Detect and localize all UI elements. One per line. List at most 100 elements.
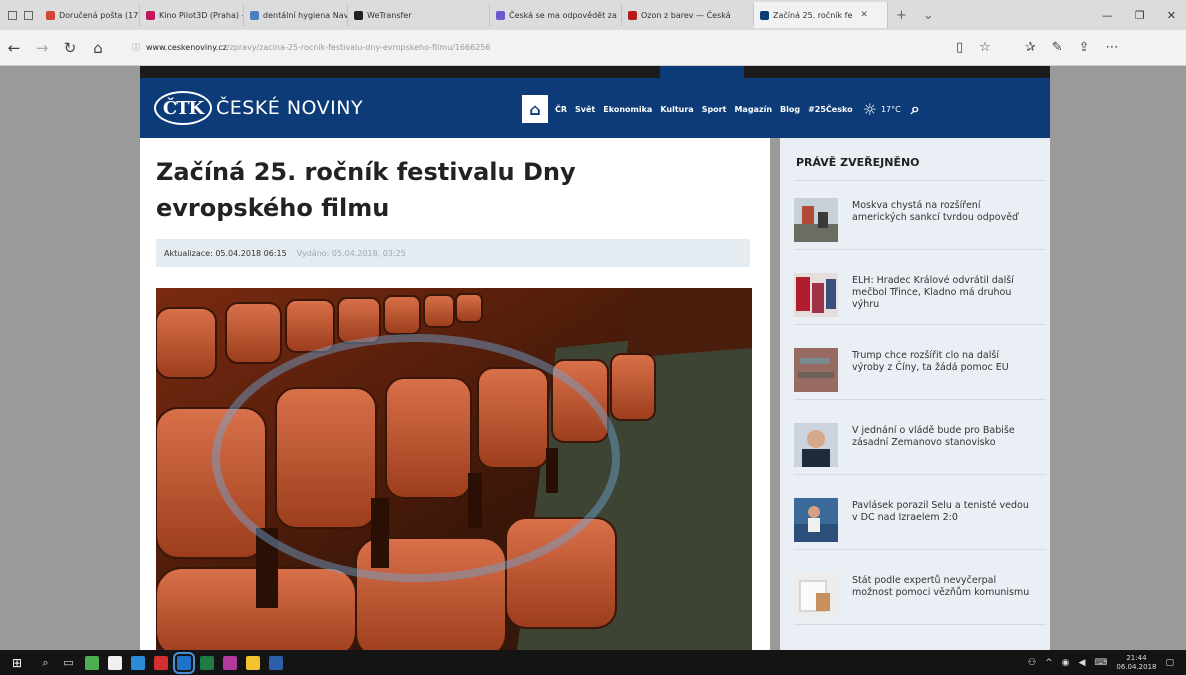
back-button[interactable]: ← bbox=[0, 39, 28, 57]
tab-label: Česká se ma odpovědět za bbox=[509, 10, 617, 20]
article-published: Vydáno: 05.04.2018, 03:25 bbox=[296, 248, 406, 258]
clock-date: 06.04.2018 bbox=[1116, 662, 1157, 671]
home-icon[interactable]: ⌂ bbox=[522, 95, 548, 123]
browser-tab[interactable]: WeTransfer bbox=[348, 4, 490, 26]
browser-tab-bar: Doručená pošta (17) - j Kino Pilot3D (Pr… bbox=[0, 0, 1186, 30]
tab-label: dentální hygiena Navig bbox=[263, 10, 348, 20]
logo-mark: ČTK bbox=[154, 91, 212, 125]
nav-item-kultura[interactable]: Kultura bbox=[656, 105, 697, 114]
language-icon[interactable]: ⌨ bbox=[1094, 658, 1107, 668]
sidebar-news-item[interactable]: ELH: Hradec Králové odvrátil další mečbo… bbox=[794, 263, 1046, 325]
site-logo[interactable]: ČTK ČESKÉ NOVINY bbox=[154, 91, 363, 125]
news-thumbnail bbox=[794, 423, 838, 467]
chevron-up-icon[interactable]: ^ bbox=[1045, 658, 1053, 668]
home-button[interactable]: ⌂ bbox=[84, 39, 112, 57]
nav-item-blog[interactable]: Blog bbox=[776, 105, 804, 114]
browser-tab[interactable]: Doručená pošta (17) - j bbox=[40, 4, 140, 26]
cinema-seats-image bbox=[156, 288, 752, 650]
forward-button[interactable]: → bbox=[28, 39, 56, 57]
windows-start-icon[interactable]: ⊞ bbox=[0, 656, 34, 670]
taskbar-app-icon[interactable] bbox=[126, 653, 149, 673]
news-headline: Pavlásek porazil Selu a tenisté vedou v … bbox=[852, 500, 1029, 523]
news-headline: Moskva chystá na rozšíření amerických sa… bbox=[852, 200, 1019, 223]
volume-icon[interactable]: ◀ bbox=[1078, 658, 1085, 668]
word-icon[interactable] bbox=[264, 653, 287, 673]
nav-item-magazin[interactable]: Magazín bbox=[730, 105, 776, 114]
url-field[interactable]: ⓘ www.ceskenoviny.cz/zpravy/zacina-25-ro… bbox=[126, 36, 936, 60]
tab-favicon-icon bbox=[46, 10, 55, 20]
tab-label: Ozon z barev — Česká bbox=[641, 10, 731, 20]
sidebar-title: PRÁVĚ ZVEŘEJNĚNO bbox=[796, 156, 920, 169]
tab-favicon-icon bbox=[250, 10, 259, 20]
info-icon: ⓘ bbox=[132, 43, 140, 52]
chevron-down-icon[interactable]: ⌄ bbox=[915, 8, 942, 23]
onenote-icon[interactable] bbox=[218, 653, 241, 673]
browser-tab[interactable]: Česká se ma odpovědět za bbox=[490, 4, 622, 26]
address-bar-tools: ▯ ☆ ✰ ✎ ⇪ ⋯ bbox=[956, 40, 1119, 55]
tab-favicon-icon bbox=[760, 10, 769, 20]
minimize-button[interactable]: — bbox=[1102, 9, 1113, 22]
tab-label: WeTransfer bbox=[367, 10, 412, 20]
maximize-button[interactable]: ❐ bbox=[1135, 9, 1145, 22]
site-top-strip bbox=[140, 66, 1050, 78]
search-icon[interactable]: ⌕ bbox=[34, 653, 57, 673]
tab-label: Kino Pilot3D (Praha) - 25 bbox=[159, 10, 243, 20]
system-tray: ⚇ ^ ◉ ◀ ⌨ 21:44 06.04.2018 ▢ bbox=[1028, 654, 1186, 672]
browser-tab-active[interactable]: Začíná 25. ročník fe ✕ bbox=[754, 2, 888, 28]
people-icon[interactable]: ⚇ bbox=[1028, 658, 1036, 668]
weather-widget[interactable]: ☼ 17°C bbox=[857, 100, 907, 119]
nav-item-ekonomika[interactable]: Ekonomika bbox=[599, 105, 656, 114]
taskbar-clock[interactable]: 21:44 06.04.2018 bbox=[1116, 654, 1156, 672]
browser-tab[interactable]: Kino Pilot3D (Praha) - 25 bbox=[140, 4, 244, 26]
notifications-icon[interactable]: ▢ bbox=[1165, 658, 1174, 668]
logo-text: ČESKÉ NOVINY bbox=[216, 97, 364, 119]
article-photo[interactable] bbox=[156, 288, 752, 650]
site-header: ČTK ČESKÉ NOVINY ⌂ ČR Svět Ekonomika Kul… bbox=[140, 78, 1050, 138]
nav-item-cr[interactable]: ČR bbox=[551, 105, 571, 114]
favorite-star-icon[interactable]: ☆ bbox=[979, 40, 991, 55]
more-menu-icon[interactable]: ⋯ bbox=[1106, 40, 1119, 55]
temperature: 17°C bbox=[880, 104, 901, 114]
tab-favicon-icon bbox=[146, 10, 155, 20]
sidebar-news-item[interactable]: Pavlásek porazil Selu a tenisté vedou v … bbox=[794, 488, 1046, 550]
article-updated: Aktualizace: 05.04.2018 06:15 bbox=[164, 248, 287, 258]
sidebar-news-item[interactable]: Moskva chystá na rozšíření amerických sa… bbox=[794, 188, 1046, 250]
browser-tab[interactable]: Ozon z barev — Česká bbox=[622, 4, 754, 26]
browser-address-bar: ← → ↻ ⌂ ⓘ www.ceskenoviny.cz/zpravy/zaci… bbox=[0, 30, 1186, 66]
sidebar-news-item[interactable]: Trump chce rozšířit clo na další výroby … bbox=[794, 338, 1046, 400]
sidebar-news-item[interactable]: V jednání o vládě bude pro Babiše zásadn… bbox=[794, 413, 1046, 475]
nav-item-25cesko[interactable]: #25Česko bbox=[804, 105, 857, 114]
store-icon[interactable] bbox=[103, 653, 126, 673]
favorites-hub-icon[interactable]: ✰ bbox=[1025, 40, 1036, 55]
tab-preview-buttons[interactable] bbox=[0, 0, 40, 30]
nav-item-sport[interactable]: Sport bbox=[698, 105, 731, 114]
taskbar-app-icon[interactable] bbox=[149, 653, 172, 673]
share-icon[interactable]: ⇪ bbox=[1079, 40, 1090, 55]
close-window-button[interactable]: ✕ bbox=[1167, 9, 1176, 22]
windows-taskbar: ⊞ ⌕ ▭ ⚇ ^ ◉ ◀ ⌨ 21:44 06.04.2018 ▢ bbox=[0, 650, 1186, 675]
news-thumbnail bbox=[794, 273, 838, 317]
taskbar-app-icon[interactable] bbox=[80, 653, 103, 673]
news-thumbnail bbox=[794, 573, 838, 617]
reading-view-icon[interactable]: ▯ bbox=[956, 40, 963, 55]
refresh-button[interactable]: ↻ bbox=[56, 39, 84, 57]
new-tab-button[interactable]: + bbox=[888, 8, 915, 23]
article-headline: Začíná 25. ročník festivalu Dny evropské… bbox=[156, 158, 576, 222]
news-thumbnail bbox=[794, 348, 838, 392]
browser-tab[interactable]: dentální hygiena Navig bbox=[244, 4, 348, 26]
wifi-icon[interactable]: ◉ bbox=[1062, 658, 1070, 668]
nav-item-svet[interactable]: Svět bbox=[571, 105, 599, 114]
sidebar-news-item[interactable]: Stát podle expertů nevyčerpal možnost po… bbox=[794, 563, 1046, 625]
search-icon[interactable]: ⌕ bbox=[907, 99, 920, 119]
news-thumbnail bbox=[794, 498, 838, 542]
excel-icon[interactable] bbox=[195, 653, 218, 673]
edge-icon[interactable] bbox=[172, 651, 195, 674]
notes-pen-icon[interactable]: ✎ bbox=[1052, 40, 1063, 55]
task-view-icon[interactable]: ▭ bbox=[57, 653, 80, 673]
window-controls: — ❐ ✕ bbox=[1102, 9, 1186, 22]
tab-favicon-icon bbox=[354, 10, 363, 20]
sticky-notes-icon[interactable] bbox=[241, 653, 264, 673]
sun-icon: ☼ bbox=[862, 99, 877, 119]
close-tab-icon[interactable]: ✕ bbox=[860, 10, 868, 20]
clock-time: 21:44 bbox=[1126, 653, 1147, 662]
